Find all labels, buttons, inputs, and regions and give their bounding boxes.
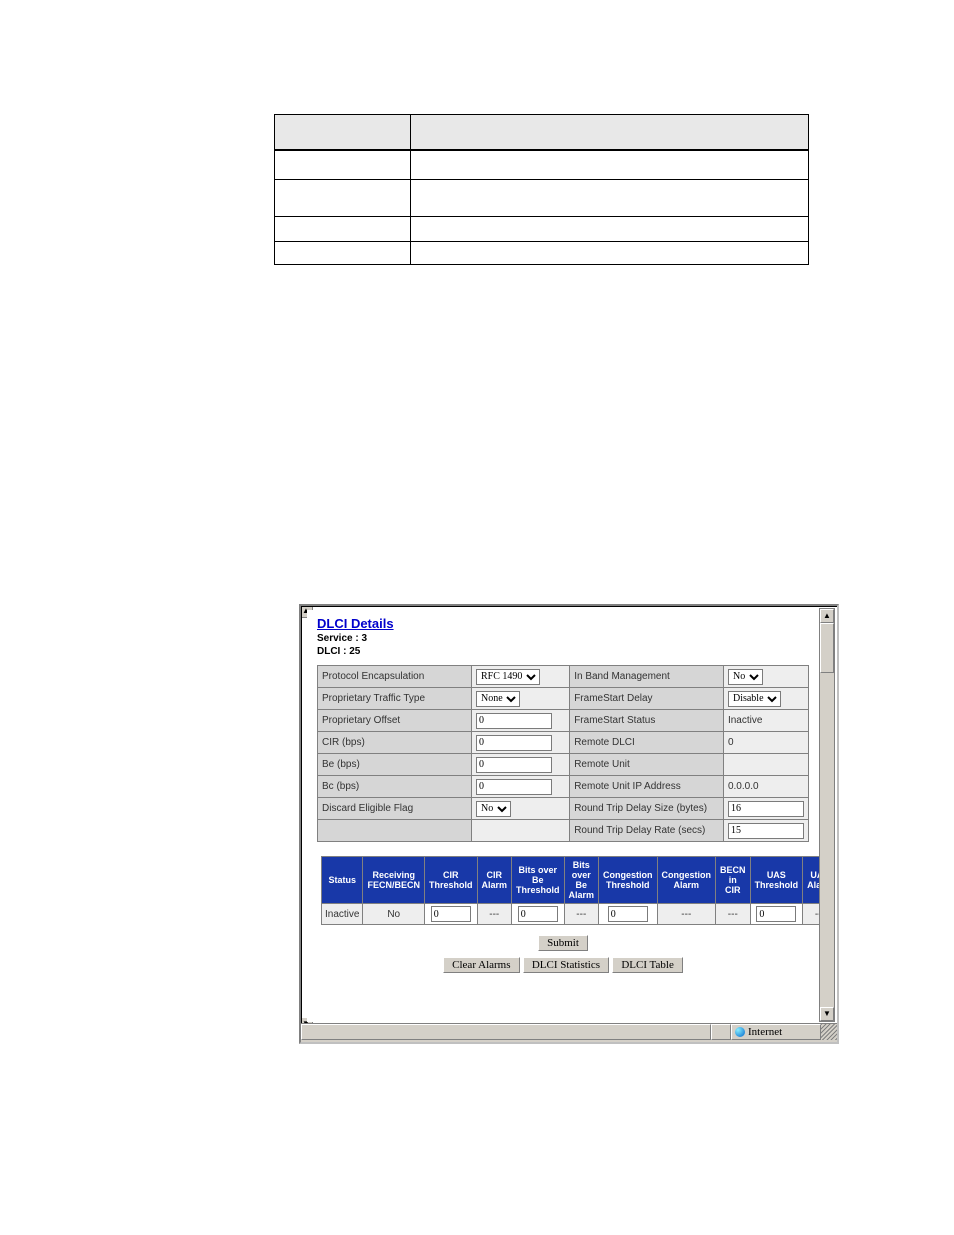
dlci-line: DLCI : 25 [317, 646, 809, 657]
cfg-input[interactable] [728, 801, 804, 817]
stats-header: BECNin CIR [716, 857, 751, 904]
stats-cell: --- [657, 904, 716, 925]
resize-grip-icon[interactable] [821, 1024, 837, 1040]
cfg-value: RFC 1490 [472, 666, 570, 688]
stats-header: ReceivingFECN/BECN [363, 857, 425, 904]
cfg-label: Remote Unit [570, 754, 724, 776]
content-pane: DLCI Details Service : 3 DLCI : 25 Proto… [307, 610, 819, 1022]
definition-table [274, 114, 809, 265]
stats-table: StatusReceivingFECN/BECNCIRThresholdCIRA… [321, 856, 819, 925]
stats-header: BitsoverBeAlarm [564, 857, 599, 904]
stats-input[interactable] [608, 906, 648, 922]
cfg-value: No [723, 666, 808, 688]
cfg-label: Be (bps) [318, 754, 472, 776]
stats-header: UASAlarm [803, 857, 819, 904]
stats-cell: --- [803, 904, 819, 925]
stats-cell: Inactive [322, 904, 363, 925]
cfg-label: Discard Eligible Flag [318, 798, 472, 820]
cfg-label: In Band Management [570, 666, 724, 688]
scroll-thumb[interactable] [820, 623, 834, 673]
cfg-input[interactable] [476, 713, 552, 729]
cfg-select[interactable]: No [728, 669, 763, 685]
stats-cell [750, 904, 803, 925]
cfg-value [472, 776, 570, 798]
stats-header: CIRThreshold [424, 857, 477, 904]
cfg-label: Proprietary Traffic Type [318, 688, 472, 710]
stats-header: Status [322, 857, 363, 904]
stats-header: UASThreshold [750, 857, 803, 904]
stats-header: CongestionAlarm [657, 857, 716, 904]
stats-cell: --- [716, 904, 751, 925]
cfg-input[interactable] [476, 779, 552, 795]
cfg-value: No [472, 798, 570, 820]
cfg-label: Remote DLCI [570, 732, 724, 754]
cfg-label: Round Trip Delay Rate (secs) [570, 820, 724, 842]
dlci-statistics-button[interactable]: DLCI Statistics [523, 957, 609, 973]
vertical-scrollbar[interactable]: ▲ ▼ [819, 608, 835, 1022]
cfg-value [723, 754, 808, 776]
stats-cell [424, 904, 477, 925]
globe-icon [735, 1027, 745, 1037]
stats-header: CIRAlarm [477, 857, 512, 904]
cfg-value: Inactive [723, 710, 808, 732]
stats-cell: No [363, 904, 425, 925]
status-bar: Internet [301, 1023, 837, 1042]
zone-label: Internet [748, 1026, 782, 1038]
cfg-label: Proprietary Offset [318, 710, 472, 732]
stats-cell: --- [564, 904, 599, 925]
cfg-value: 0 [723, 732, 808, 754]
cfg-label: Bc (bps) [318, 776, 472, 798]
cfg-select[interactable]: None [476, 691, 520, 707]
cfg-select[interactable]: RFC 1490 [476, 669, 540, 685]
cfg-label: Protocol Encapsulation [318, 666, 472, 688]
cfg-label: FrameStart Delay [570, 688, 724, 710]
scroll-down-icon[interactable]: ▼ [820, 1007, 834, 1021]
cfg-input[interactable] [476, 757, 552, 773]
config-table: Protocol EncapsulationRFC 1490 In Band Ma… [317, 665, 809, 842]
stats-cell [599, 904, 658, 925]
cfg-value: None [472, 688, 570, 710]
cfg-label: Round Trip Delay Size (bytes) [570, 798, 724, 820]
zone-cell: Internet [731, 1024, 821, 1040]
clear-alarms-button[interactable]: Clear Alarms [443, 957, 519, 973]
cfg-label: FrameStart Status [570, 710, 724, 732]
stats-input[interactable] [431, 906, 471, 922]
app-frame: DLCI Details Service : 3 DLCI : 25 Proto… [299, 604, 839, 1044]
cfg-value [472, 820, 570, 842]
stats-input[interactable] [756, 906, 796, 922]
cfg-value: 0.0.0.0 [723, 776, 808, 798]
cfg-value [472, 754, 570, 776]
service-line: Service : 3 [317, 633, 809, 644]
cfg-input[interactable] [476, 735, 552, 751]
cfg-value [472, 732, 570, 754]
cfg-select[interactable]: No [476, 801, 511, 817]
stats-header: CongestionThreshold [599, 857, 658, 904]
scroll-up-icon[interactable]: ▲ [820, 609, 834, 623]
stats-input[interactable] [518, 906, 558, 922]
cfg-value: Disable [723, 688, 808, 710]
cfg-value [472, 710, 570, 732]
cfg-label: Remote Unit IP Address [570, 776, 724, 798]
page-title-link[interactable]: DLCI Details [317, 616, 394, 631]
stats-header: Bits overBeThreshold [512, 857, 565, 904]
cfg-value [723, 798, 808, 820]
dlci-table-button[interactable]: DLCI Table [612, 957, 683, 973]
cfg-select[interactable]: Disable [728, 691, 781, 707]
stats-cell [512, 904, 565, 925]
submit-button[interactable]: Submit [538, 935, 588, 951]
cfg-input[interactable] [728, 823, 804, 839]
cfg-label [318, 820, 472, 842]
cfg-label: CIR (bps) [318, 732, 472, 754]
cfg-value [723, 820, 808, 842]
stats-cell: --- [477, 904, 512, 925]
